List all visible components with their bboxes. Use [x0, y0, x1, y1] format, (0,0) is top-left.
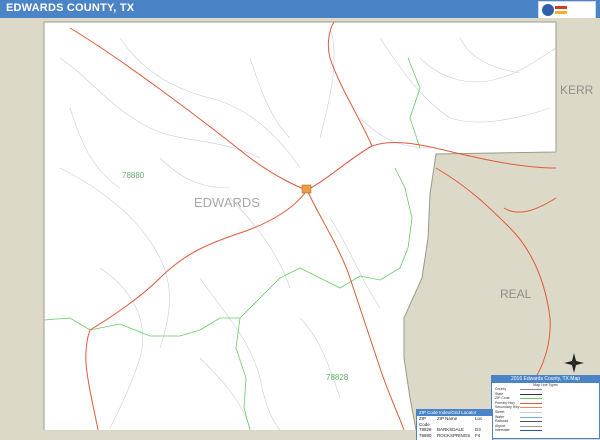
zip-label-78880: 78880 — [122, 171, 145, 180]
legend-row: Interstate — [492, 428, 599, 433]
legend-swatch — [520, 425, 542, 427]
neighbor-label-kerr: KERR — [560, 83, 594, 97]
legend-swatch — [520, 393, 542, 395]
zip-cell: 78880 — [419, 432, 432, 438]
legend-title: 2016 Edwards County, TX Map — [492, 376, 599, 383]
legend-row-label: Interstate — [495, 428, 510, 433]
legend-box: 2016 Edwards County, TX Map Map Line Typ… — [491, 375, 600, 439]
publisher-logo-icon — [538, 1, 596, 19]
zip-col-code: ZIP Code — [419, 416, 430, 427]
zip-col-name: ZIP Name — [437, 416, 458, 421]
zip-locator-box: ZIP Code Index/Grid Locator ZIP Code ZIP… — [416, 409, 493, 440]
legend-swatch — [520, 430, 542, 432]
legend-swatch — [520, 402, 542, 404]
county-label: EDWARDS — [194, 195, 260, 210]
legend-swatch — [520, 411, 542, 413]
neighbor-label-real: REAL — [500, 287, 532, 301]
zip-label-78828: 78828 — [326, 373, 349, 382]
zip-locator-row: 78880 ROCKSPRINGS F4 — [417, 433, 492, 439]
zip-col-loc: Loc — [475, 416, 483, 421]
town-marker — [301, 184, 312, 194]
legend-swatch — [520, 416, 542, 418]
legend-swatch — [520, 389, 542, 390]
zip-locator-columns: ZIP Code ZIP Name Loc — [417, 416, 492, 427]
legend-swatch — [520, 407, 542, 409]
zip-cell: ROCKSPRINGS — [437, 432, 471, 438]
map-frame: EDWARDS COUNTY, TX EDWARDS 78880 78828 K… — [0, 0, 600, 440]
legend-swatch — [520, 398, 542, 400]
legend-rows: County State ZIP Code Primary Hwy Secondary … — [492, 387, 599, 433]
zip-cell: F4 — [475, 432, 481, 438]
title-bar: EDWARDS COUNTY, TX — [0, 0, 600, 19]
map-title: EDWARDS COUNTY, TX — [6, 2, 135, 14]
legend-swatch — [520, 421, 542, 423]
logo-mark — [542, 4, 567, 16]
